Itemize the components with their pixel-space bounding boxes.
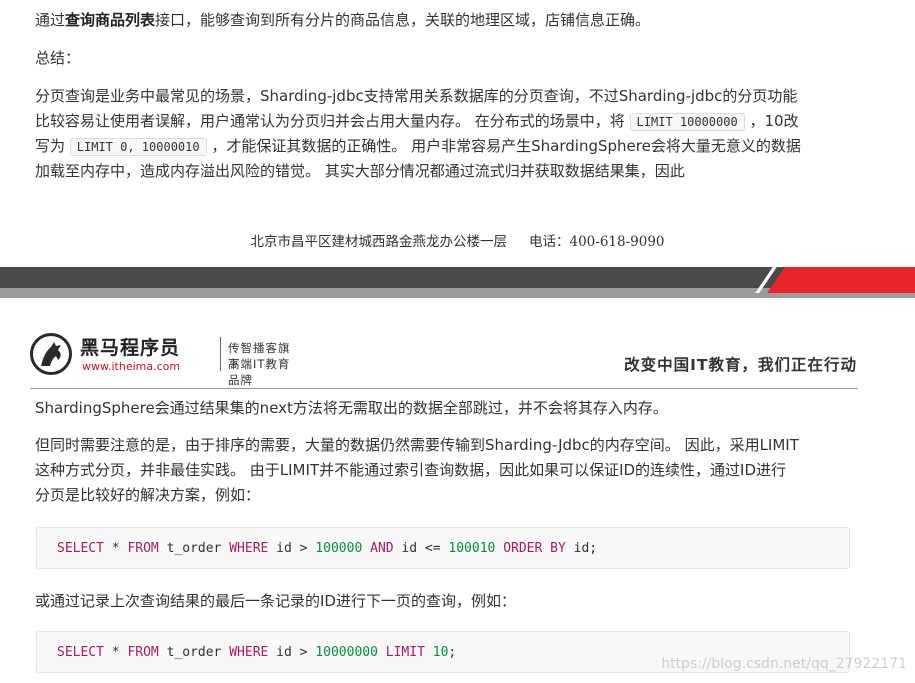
inline-code-limit-rewrite: LIMIT 0, 10000010 [69,138,207,156]
paragraph-last-record: 或通过记录上次查询结果的最后一条记录的ID进行下一页的查询，例如： [35,592,516,610]
code-keyword: FROM [127,645,159,660]
code-text: id > [268,541,316,556]
paragraph-pagination-line-3: 写为 LIMIT 0, 10000010 ，才能保证其数据的正确性。 用户非常容… [35,134,850,160]
inline-code-limit: LIMIT 10000000 [629,113,745,131]
paragraph-query-result: 通过查询商品列表接口，能够查询到所有分片的商品信息，关联的地理区域，店铺信息正确… [35,8,850,33]
code-text: t_order [158,541,230,556]
code-keyword: AND [370,541,394,556]
code-number: 10 [432,645,449,660]
summary-label: 总结： [35,49,81,67]
paragraph-best-practice-line-2: 这种方式分页，并非最佳实践。 由于LIMIT并不能通过索引查询数据，因此如果可以… [35,461,787,479]
paragraph-next-method: ShardingSphere会通过结果集的next方法将无需取出的数据全部跳过，… [35,399,668,417]
code-keyword: SELECT [57,541,104,556]
csdn-watermark: https://blog.csdn.net/qq_27922171 [661,656,907,672]
code-number: 10000000 [315,645,378,660]
code-text: * [103,541,128,556]
paragraph-pagination-line-1: 分页查询是业务中最常见的场景，Sharding-jdbc支持常用关系数据库的分页… [35,87,798,105]
code-keyword: ORDER BY [503,541,566,556]
page-footer-address: 北京市昌平区建材城西路金燕龙办公楼一层 电话：400-618-9090 [0,230,915,250]
text-segment: 写为 [35,137,70,155]
paragraph-best-practice-line-1: 但同时需要注意的是，由于排序的需要，大量的数据仍然需要传输到Sharding-J… [35,436,799,454]
text-segment: 通过 [35,11,66,29]
text-segment: 比较容易让使用者误解，用户通常认为分页归并会占用大量内存。 在分布式的场景中，将 [35,112,630,130]
brand-url: www.itheima.com [82,360,181,373]
paragraph-pagination-line-2: 比较容易让使用者误解，用户通常认为分页归并会占用大量内存。 在分布式的场景中，将… [35,109,850,135]
code-keyword: LIMIT [385,645,425,660]
code-keyword: SELECT [57,645,104,660]
code-text: t_order [158,645,230,660]
brand-divider [220,337,221,371]
paragraph-best-practice-line-3: 分页是比较好的解决方案，例如： [35,486,261,504]
code-number: 100000 [315,541,363,556]
header-slogan: 改变中国IT教育，我们正在行动 [624,356,857,374]
text-segment: ，才能保证其数据的正确性。 用户非常容易产生ShardingSphere会将大量… [206,137,801,155]
code-number: 100010 [448,541,496,556]
code-block-id-range: SELECT * FROM t_order WHERE id > 100000 … [36,527,850,569]
code-text: id > [268,645,316,660]
brand-name: 黑马程序员 [80,337,181,359]
code-text: id <= [393,541,449,556]
header-divider [30,388,858,389]
paragraph-pagination-line-4: 加载至内存中，造成内存溢出风险的错觉。 其实大部分情况都通过流式归并获取数据结果… [35,162,685,180]
horse-logo-icon [30,333,72,375]
footer-address-text: 北京市昌平区建材城西路金燕龙办公楼一层 [250,234,507,250]
code-keyword: WHERE [229,541,269,556]
code-keyword: WHERE [229,645,269,660]
brand-tagline-2: 高端IT教育品牌 [228,357,291,387]
page-break-band-red [767,267,915,293]
code-text: id; [565,541,598,556]
footer-phone-text: 电话：400-618-9090 [528,234,665,250]
code-text: * [103,645,128,660]
code-text: ; [448,645,457,660]
brand-logo: 黑马程序员 www.itheima.com 传智播客旗下 高端IT教育品牌 [30,333,300,387]
text-segment: ，10改 [744,112,799,130]
bold-api-name: 查询商品列表 [65,11,156,29]
code-keyword: FROM [127,541,159,556]
text-segment: 接口，能够查询到所有分片的商品信息，关联的地理区域，店铺信息正确。 [155,11,651,29]
